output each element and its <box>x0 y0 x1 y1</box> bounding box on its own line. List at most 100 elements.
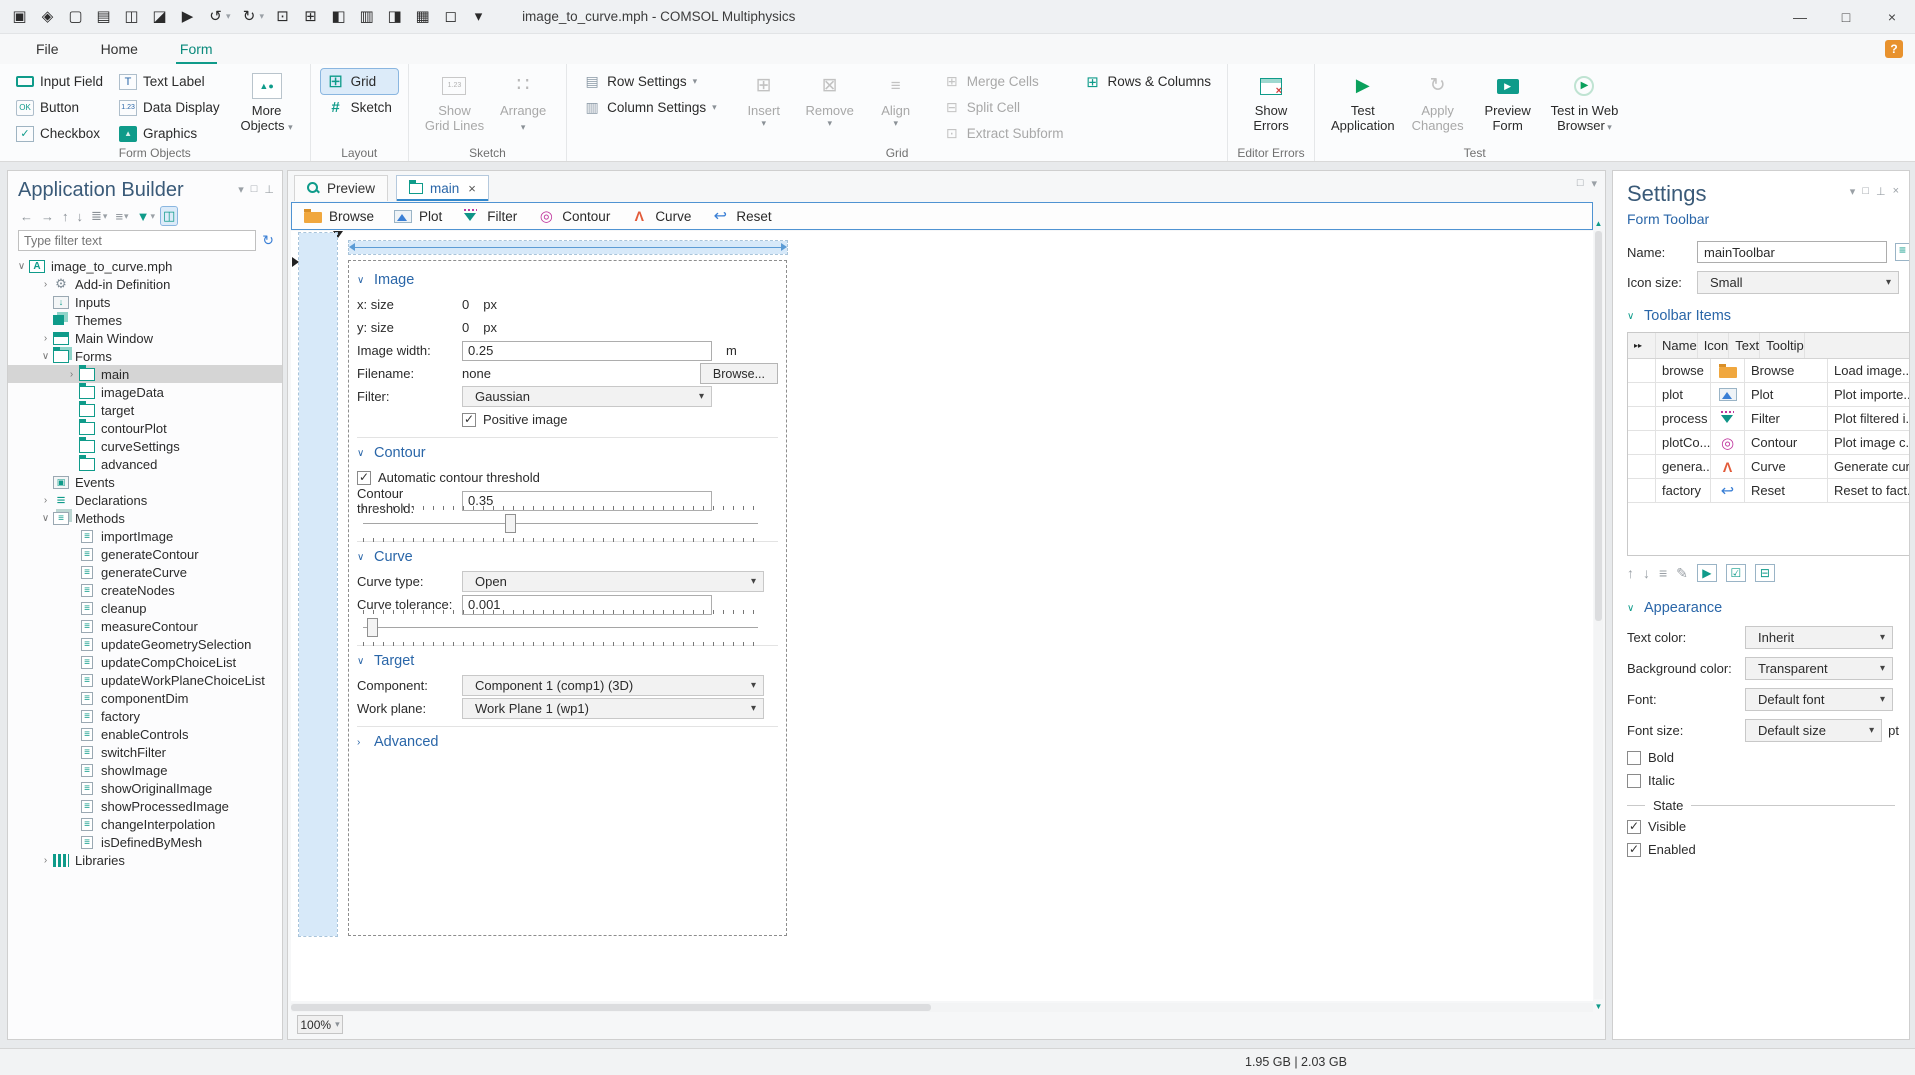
tree-item[interactable]: › Main Window <box>8 329 282 347</box>
tree-item[interactable]: imageData <box>8 382 282 401</box>
horizontal-scrollbar[interactable] <box>291 1003 1593 1012</box>
rows-columns-button[interactable]: Rows & Columns <box>1077 69 1217 94</box>
ribbon-button[interactable]: Checkbox <box>10 121 109 146</box>
tree-item[interactable]: importImage <box>8 527 282 545</box>
tree-expander-icon[interactable]: › <box>38 333 53 344</box>
delete-icon[interactable]: ▦ <box>413 7 432 27</box>
qat-menu-icon[interactable]: ▾ <box>469 7 488 27</box>
ribbon-button[interactable]: Test in Web Browser ▾ <box>1545 69 1625 134</box>
appearance-combo[interactable]: Default size <box>1745 719 1883 742</box>
rename-button[interactable] <box>1895 243 1909 261</box>
field-combo[interactable]: Work Plane 1 (wp1) <box>462 698 764 719</box>
ribbon-tab[interactable]: Form <box>174 37 219 65</box>
expand-all-icon[interactable]: ≣ ▾ <box>89 207 109 225</box>
tree-item[interactable]: › Declarations <box>8 491 282 509</box>
tree-item[interactable]: advanced <box>8 454 282 473</box>
panel-float-icon[interactable]: □ <box>251 183 258 196</box>
enabled-checkbox[interactable] <box>1627 842 1641 857</box>
toolbar-items-header[interactable]: ∨ Toolbar Items <box>1613 298 1909 330</box>
scroll-down-icon[interactable]: ▼ <box>1594 1002 1603 1011</box>
tree-item[interactable]: updateGeometrySelection <box>8 635 282 653</box>
tree-expander-icon[interactable]: ∨ <box>14 261 29 272</box>
table-row[interactable]: browse Browse Load image... <box>1628 359 1909 383</box>
tree-item[interactable]: › main <box>8 364 282 383</box>
new-file-icon[interactable]: ▢ <box>66 7 85 27</box>
panel-pin-icon[interactable]: ⊥ <box>264 183 274 196</box>
tree-item[interactable]: generateContour <box>8 545 282 563</box>
ribbon-tab[interactable]: Home <box>95 37 144 61</box>
open-icon[interactable]: ▤ <box>94 7 113 27</box>
ribbon-button[interactable]: Extract Subform <box>937 121 1070 146</box>
section-header[interactable]: ∨ Curve <box>357 544 778 570</box>
column-header[interactable]: Icon <box>1698 333 1730 358</box>
tree-item[interactable]: isDefinedByMesh <box>8 833 282 851</box>
table-row[interactable]: factory Reset Reset to fact... <box>1628 479 1909 503</box>
ribbon-button[interactable]: Arrange ▾ <box>490 69 556 134</box>
tree-expander-icon[interactable]: › <box>38 855 53 866</box>
forward-icon[interactable]: → <box>39 208 56 225</box>
slider-handle[interactable] <box>504 513 516 533</box>
name-input[interactable] <box>1697 241 1887 263</box>
tree-item[interactable]: › Add-in Definition <box>8 275 282 293</box>
tree-item[interactable]: measureContour <box>8 617 282 635</box>
tree-item[interactable]: ∨ Forms <box>8 346 282 365</box>
ribbon-button[interactable]: Button <box>10 95 109 120</box>
tree-item[interactable]: showProcessedImage <box>8 797 282 815</box>
ribbon-button[interactable]: Align ▾ <box>863 69 929 129</box>
model-wizard-icon[interactable]: ◈ <box>38 7 57 27</box>
editor-tab[interactable]: main × <box>396 175 489 201</box>
field-combo[interactable]: Open <box>462 571 764 592</box>
tree-item[interactable]: ∨ image_to_curve.mph <box>8 257 282 275</box>
tab-close-icon[interactable]: × <box>468 181 476 196</box>
section-header[interactable]: ∨ Image <box>357 267 778 293</box>
ribbon-button[interactable]: Text Label <box>113 69 226 94</box>
ribbon-button[interactable]: Input Field <box>10 69 109 94</box>
ribbon-tab[interactable]: File <box>30 37 65 61</box>
redo-icon[interactable]: ↻ ▾ <box>240 7 264 27</box>
italic-checkbox-row[interactable]: Italic <box>1613 769 1909 792</box>
table-row[interactable]: genera... Curve Generate cur... <box>1628 455 1909 479</box>
back-icon[interactable]: ← <box>18 208 35 225</box>
find-replace-icon[interactable]: ⊞ <box>301 7 320 27</box>
icon-size-combo[interactable]: Small <box>1697 271 1899 294</box>
ribbon-button[interactable]: Insert ▾ <box>731 69 797 129</box>
settings-pin-icon[interactable]: ⊥ <box>1876 185 1886 198</box>
tree-item[interactable]: changeInterpolation <box>8 815 282 833</box>
column-header[interactable]: Name <box>1656 333 1698 358</box>
form-toolbar-button[interactable]: Plot <box>394 209 442 224</box>
tree-item[interactable]: ∨ Methods <box>8 509 282 527</box>
ribbon-button[interactable]: Test Application <box>1325 69 1401 134</box>
tree-item[interactable]: switchFilter <box>8 743 282 761</box>
tree-item[interactable]: Themes <box>8 311 282 329</box>
field-checkbox[interactable]: Automatic contour threshold <box>357 470 540 485</box>
form-toolbar-button[interactable]: Filter <box>462 208 517 224</box>
ribbon-button[interactable]: Graphics <box>113 121 226 146</box>
paste-icon[interactable]: ▥ <box>357 7 376 27</box>
ribbon-button[interactable]: Column Settings ▾ <box>577 95 723 120</box>
appearance-combo[interactable]: Transparent <box>1745 657 1893 680</box>
maximize-button[interactable]: □ <box>1823 0 1869 34</box>
ribbon-button[interactable]: Grid <box>319 68 399 95</box>
field-checkbox[interactable]: Positive image <box>462 412 568 427</box>
tree-item[interactable]: factory <box>8 707 282 725</box>
form-toolbar-button[interactable]: Contour <box>537 209 610 224</box>
tree-item[interactable]: Inputs <box>8 293 282 311</box>
tree-item[interactable]: target <box>8 400 282 419</box>
form-toolbar-object[interactable]: Browse Plot Filter Contour <box>291 202 1593 230</box>
table-row[interactable]: process Filter Plot filtered i... <box>1628 407 1909 431</box>
remove-item-icon[interactable]: ≡ <box>1659 565 1667 581</box>
section-header[interactable]: ∨ Target <box>357 648 778 674</box>
select-region-icon[interactable]: ◻ <box>441 7 460 27</box>
ribbon-button[interactable]: Row Settings ▾ <box>577 69 723 94</box>
add-toggle-item-icon[interactable]: ☑ <box>1725 564 1746 582</box>
column-header[interactable]: Tooltip <box>1760 333 1805 358</box>
tree-expander-icon[interactable]: › <box>38 495 53 506</box>
minimize-button[interactable]: — <box>1777 0 1823 34</box>
ribbon-button[interactable]: Data Display <box>113 95 226 120</box>
tree-item[interactable]: curveSettings <box>8 436 282 455</box>
settings-menu-icon[interactable]: ▾ <box>1850 185 1856 198</box>
table-row[interactable]: plotCo... Contour Plot image c... <box>1628 431 1909 455</box>
copy-icon[interactable]: ◧ <box>329 7 348 27</box>
settings-close-icon[interactable]: × <box>1893 185 1899 198</box>
settings-float-icon[interactable]: □ <box>1862 185 1869 198</box>
